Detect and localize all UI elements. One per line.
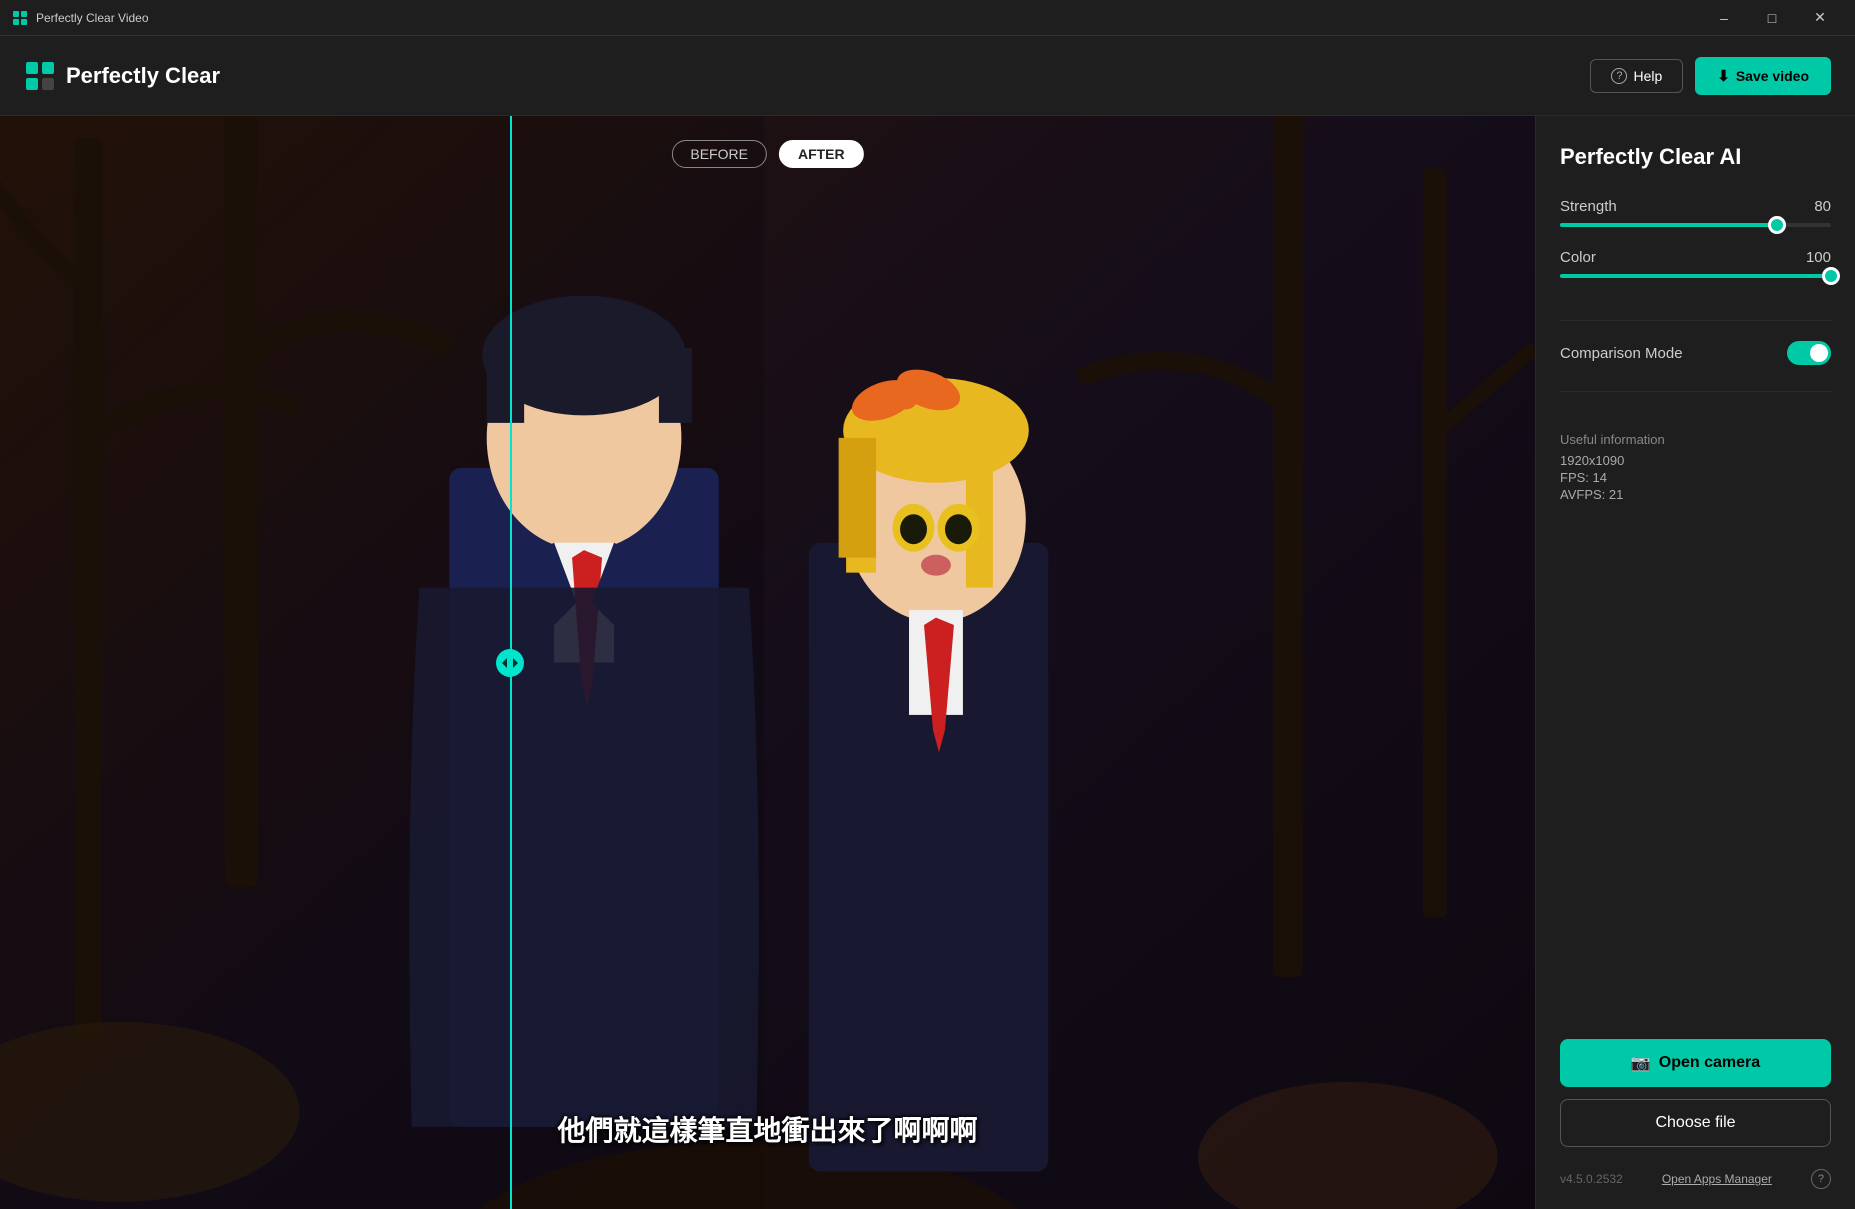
info-resolution: 1920x1090 [1560,453,1831,468]
divider-1 [1560,320,1831,321]
save-label: Save video [1736,68,1809,84]
strength-label: Strength [1560,198,1617,215]
color-slider-row: Color 100 [1560,249,1831,278]
divider-2 [1560,391,1831,392]
choose-file-button[interactable]: Choose file [1560,1099,1831,1147]
logo-icon [24,60,56,92]
comparison-mode-row: Comparison Mode [1560,341,1831,365]
strength-label-row: Strength 80 [1560,198,1831,215]
background-scene [0,116,1535,1209]
comparison-mode-toggle[interactable] [1787,341,1831,365]
info-title: Useful information [1560,432,1831,447]
color-label: Color [1560,249,1596,266]
color-slider-track[interactable] [1560,274,1831,278]
subtitle: 他們就這樣筆直地衝出來了啊啊啊 [557,1109,977,1149]
version-text: v4.5.0.2532 [1560,1172,1623,1186]
title-bar-text: Perfectly Clear Video [36,11,149,25]
video-frame: 他們就這樣筆直地衝出來了啊啊啊 [0,116,1535,1209]
info-avfps: AVFPS: 21 [1560,487,1831,502]
app-header: Perfectly Clear ? Help ⬇ Save video [0,36,1855,116]
color-label-row: Color 100 [1560,249,1831,266]
app-icon [12,10,28,26]
open-camera-label: Open camera [1659,1054,1760,1072]
footer-row: v4.5.0.2532 Open Apps Manager ? [1560,1169,1831,1189]
after-label[interactable]: AFTER [779,140,864,168]
save-video-button[interactable]: ⬇ Save video [1695,57,1831,95]
before-label[interactable]: BEFORE [671,140,767,168]
help-circle-icon: ? [1611,68,1627,84]
info-fps: FPS: 14 [1560,470,1831,485]
title-bar-left: Perfectly Clear Video [12,10,149,26]
info-section: Useful information 1920x1090 FPS: 14 AVF… [1560,432,1831,504]
choose-file-label: Choose file [1655,1114,1735,1132]
strength-slider-track[interactable] [1560,223,1831,227]
strength-fill [1560,223,1777,227]
main-content: BEFORE AFTER [0,116,1855,1209]
bottom-buttons: 📷 Open camera Choose file v4.5.0.2532 Op… [1560,1039,1831,1189]
minimize-button[interactable]: – [1701,0,1747,36]
color-value: 100 [1806,249,1831,266]
header-buttons: ? Help ⬇ Save video [1590,57,1831,95]
window-controls: – □ ✕ [1701,0,1843,36]
logo-area: Perfectly Clear [24,60,220,92]
apps-manager-link[interactable]: Open Apps Manager [1662,1172,1772,1186]
panel-title: Perfectly Clear AI [1560,144,1831,170]
help-label: Help [1633,68,1662,84]
open-camera-button[interactable]: 📷 Open camera [1560,1039,1831,1087]
strength-slider-row: Strength 80 [1560,198,1831,227]
help-button[interactable]: ? Help [1590,59,1683,93]
right-panel: Perfectly Clear AI Strength 80 Color 100 [1535,116,1855,1209]
toggle-knob [1810,344,1828,362]
strength-value: 80 [1814,198,1831,215]
comparison-mode-label: Comparison Mode [1560,345,1683,362]
title-bar: Perfectly Clear Video – □ ✕ [0,0,1855,36]
split-handle[interactable] [496,649,524,677]
footer-help-icon[interactable]: ? [1811,1169,1831,1189]
camera-icon: 📷 [1631,1053,1651,1073]
video-area: BEFORE AFTER [0,116,1535,1209]
color-fill [1560,274,1831,278]
comparison-labels: BEFORE AFTER [671,140,863,168]
logo-text: Perfectly Clear [66,63,220,89]
strength-thumb[interactable] [1768,216,1786,234]
color-thumb[interactable] [1822,267,1840,285]
maximize-button[interactable]: □ [1749,0,1795,36]
close-button[interactable]: ✕ [1797,0,1843,36]
download-icon: ⬇ [1717,67,1730,85]
